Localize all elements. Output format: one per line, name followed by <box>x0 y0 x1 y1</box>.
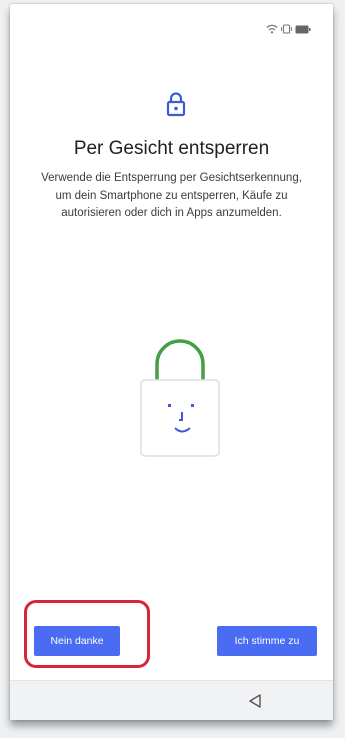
back-icon[interactable] <box>248 693 262 709</box>
wifi-icon <box>266 24 278 34</box>
navigation-bar <box>10 680 333 720</box>
status-bar <box>266 24 311 34</box>
lock-icon <box>166 92 186 117</box>
phone-screen: Per Gesicht entsperren Verwende die Ents… <box>10 4 333 720</box>
battery-icon <box>295 25 311 33</box>
highlight-box <box>24 600 150 668</box>
vibrate-icon <box>281 24 292 34</box>
face-unlock-illustration <box>140 339 220 457</box>
page-title: Per Gesicht entsperren <box>73 138 270 159</box>
page-description: Verwende die Entsperrung per Gesichtserk… <box>41 172 302 219</box>
accept-button[interactable]: Ich stimme zu <box>217 626 317 656</box>
